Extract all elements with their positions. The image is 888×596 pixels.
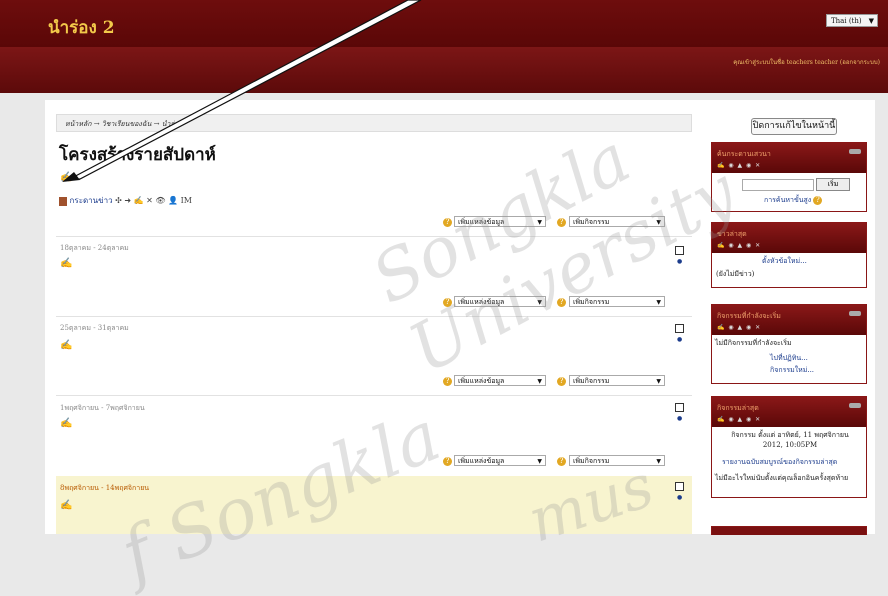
edit-summary-icon[interactable]: ✍ — [60, 258, 72, 269]
edit-summary-icon[interactable]: ✍ — [60, 340, 72, 351]
week-title: 25ตุลาคม - 31ตุลาคม — [60, 324, 129, 332]
block-toggle-icon[interactable] — [849, 311, 861, 316]
news-forum-tools[interactable]: ✣ ➜ ✍ ✕ 👁 👤 IM — [115, 196, 192, 205]
no-upcoming-text: ไม่มีกิจกรรมที่กำลังจะเริ่ม — [715, 339, 792, 347]
show-only-week-checkbox[interactable] — [675, 482, 684, 491]
eye-icon[interactable]: ● — [677, 336, 682, 343]
news-forum-link[interactable]: กระดานข่าว — [70, 196, 113, 205]
week-title: 1พฤศจิกายน - 7พฤศจิกายน — [60, 404, 145, 412]
section-divider — [56, 395, 692, 396]
activity-since-text: กิจกรรม ตั้งแต่ อาทิตย์, 11 พฤศจิกายน 20… — [731, 431, 849, 449]
block-header: กิจกรรมที่กำลังจะเริ่ม ✍ ◉ ▲ ◉ ✕ — [712, 305, 866, 335]
edit-summary-icon[interactable]: ✍ — [60, 172, 72, 183]
edit-summary-icon[interactable]: ✍ — [60, 500, 72, 511]
page-title: โครงสร้างรายสัปดาห์ — [59, 145, 216, 165]
chevron-down-icon: ▼ — [537, 378, 542, 385]
help-icon[interactable]: ? — [813, 195, 823, 205]
chevron-down-icon: ▼ — [537, 458, 542, 465]
no-news-text: (ยังไม่มีข่าว) — [716, 270, 755, 278]
add-resource-label: เพิ่มแหล่งข้อมูล — [458, 377, 505, 385]
block-edit-tools[interactable]: ✍ ◉ ▲ ◉ ✕ — [717, 324, 761, 331]
add-resource-select[interactable]: เพิ่มแหล่งข้อมูล ▼ — [454, 375, 546, 386]
forum-icon — [59, 196, 67, 206]
add-controls-row: ? — [557, 375, 566, 387]
chevron-down-icon: ▼ — [656, 378, 661, 385]
edit-summary-icon[interactable]: ✍ — [60, 418, 72, 429]
add-activity-select[interactable]: เพิ่มกิจกรรม ▼ — [569, 375, 665, 386]
help-icon[interactable]: ? — [557, 456, 566, 466]
new-event-link[interactable]: กิจกรรมใหม่... — [770, 365, 814, 376]
block-title: กิจกรรมที่กำลังจะเริ่ม — [717, 312, 781, 320]
chevron-down-icon: ▼ — [868, 17, 874, 25]
week-title: 18ตุลาคม - 24ตุลาคม — [60, 244, 129, 252]
upcoming-events-block: กิจกรรมที่กำลังจะเริ่ม ✍ ◉ ▲ ◉ ✕ ไม่มีกิ… — [711, 304, 867, 384]
latest-news-block: ข่าวล่าสุด ✍ ◉ ▲ ◉ ✕ ตั้งหัวข้อใหม่... (… — [711, 222, 867, 288]
add-resource-select[interactable]: เพิ่มแหล่งข้อมูล ▼ — [454, 455, 546, 466]
add-new-topic-link[interactable]: ตั้งหัวข้อใหม่... — [762, 256, 807, 267]
add-activity-label: เพิ่มกิจกรรม — [573, 377, 610, 385]
chevron-down-icon: ▼ — [656, 458, 661, 465]
show-only-week-checkbox[interactable] — [675, 324, 684, 333]
eye-icon[interactable]: ● — [677, 494, 682, 501]
site-name[interactable]: นำร่อง 2 — [48, 14, 115, 41]
block-toggle-icon[interactable] — [849, 403, 861, 408]
add-resource-label: เพิ่มแหล่งข้อมูล — [458, 457, 505, 465]
recent-activity-block: กิจกรรมล่าสุด ✍ ◉ ▲ ◉ ✕ กิจกรรม ตั้งแต่ … — [711, 396, 867, 498]
eye-icon[interactable]: ● — [677, 415, 682, 422]
full-report-link[interactable]: รายงานฉบับสมบูรณ์ของกิจกรรมล่าสุด — [722, 457, 837, 468]
show-only-week-checkbox[interactable] — [675, 403, 684, 412]
block-edit-tools[interactable]: ✍ ◉ ▲ ◉ ✕ — [717, 242, 761, 249]
go-to-calendar-link[interactable]: ไปที่ปฏิทิน... — [770, 353, 808, 364]
help-icon[interactable]: ? — [557, 376, 566, 386]
chevron-down-icon: ▼ — [656, 299, 661, 306]
add-controls-row: ? — [557, 455, 566, 467]
week-title: 8พฤศจิกายน - 14พฤศจิกายน — [60, 484, 150, 492]
block-title: กิจกรรมล่าสุด — [717, 404, 759, 412]
news-forum-row: กระดานข่าว ✣ ➜ ✍ ✕ 👁 👤 IM — [59, 194, 192, 207]
block-header: กิจกรรมล่าสุด ✍ ◉ ▲ ◉ ✕ — [712, 397, 866, 427]
block-edit-tools[interactable]: ✍ ◉ ▲ ◉ ✕ — [717, 416, 761, 423]
nothing-new-text: ไม่มีอะไรใหม่นับตั้งแต่คุณล็อกอินครั้งสุ… — [715, 474, 849, 482]
section-divider — [56, 316, 692, 317]
